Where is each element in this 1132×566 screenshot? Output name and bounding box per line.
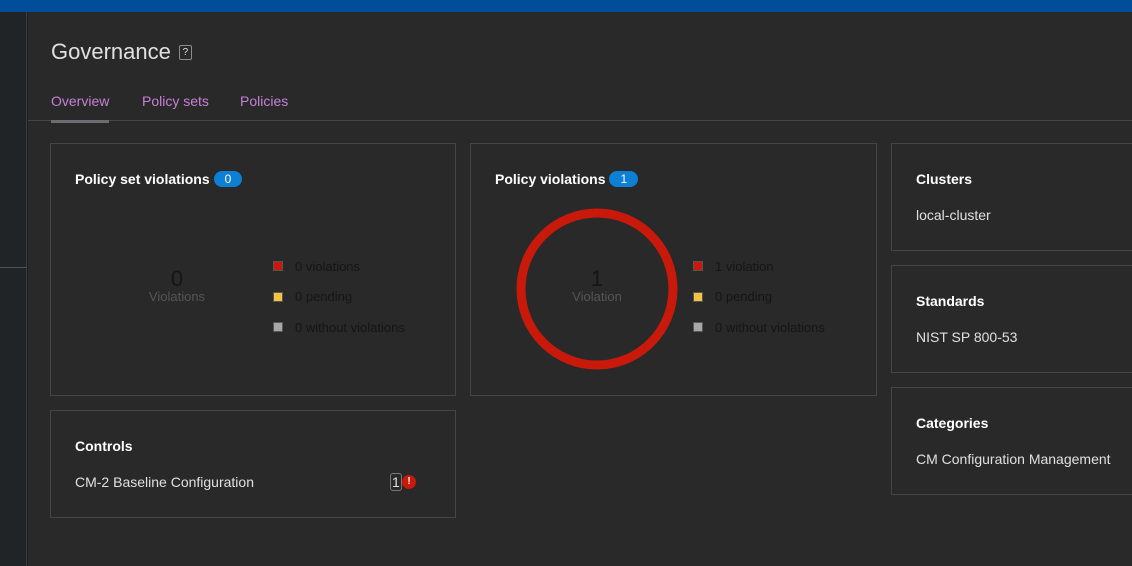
tab-policies[interactable]: Policies [240,93,288,109]
legend-label: 0 without violations [295,319,405,335]
legend-label: 0 pending [295,289,353,305]
count-badge: 0 [213,171,243,187]
category-name[interactable]: CM Configuration Management [916,451,1111,467]
legend-label: 0 without violations [715,319,825,335]
tabs: Overview Policy sets Policies [28,84,1132,123]
yellow-swatch-icon [273,291,283,302]
legend: 0 violations 0 pending 0 without violati… [273,251,405,343]
tab-policy-sets[interactable]: Policy sets [142,93,209,109]
legend-item-pending[interactable]: 0 pending [693,282,825,313]
sidebar-divider [0,267,27,268]
center-value: 1 [590,266,604,291]
legend-item-without[interactable]: 0 without violations [693,312,825,343]
card-title: Categories [916,415,989,431]
legend-label: 0 pending [715,289,773,305]
card-title: Clusters [916,171,973,187]
control-name[interactable]: CM-2 Baseline Configuration [75,474,254,490]
controls-card: Controls CM-2 Baseline Configuration 1 ! [50,410,456,518]
center-label: Violation [572,289,622,304]
standards-card: Standards NIST SP 800-53 [891,265,1132,373]
standard-name[interactable]: NIST SP 800-53 [916,329,1017,345]
red-swatch-icon [273,261,283,272]
red-swatch-icon [693,261,703,272]
main-content: Governance? Overview Policy sets Policie… [28,12,1132,566]
center-value: 0 [170,266,184,291]
page-title: Governance? [51,39,192,65]
gray-swatch-icon [273,322,283,333]
legend-item-pending[interactable]: 0 pending [273,282,405,313]
sidebar [0,12,27,566]
legend-item-without[interactable]: 0 without violations [273,312,405,343]
donut-center: 1 Violation [515,266,679,305]
policy-violations-card: Policy violations 1 1 Violation 1 violatio… [470,143,877,396]
center-label: Violations [148,289,206,304]
exclamation-circle-icon: ! [402,475,416,489]
card-title-text: Policy set violations [75,171,210,187]
cluster-name[interactable]: local-cluster [916,207,991,223]
card-title: Controls [75,438,133,454]
card-title-text: Policy violations [495,171,606,187]
page-title-text: Governance [51,39,171,64]
legend-label: 1 violation [715,258,774,274]
gray-swatch-icon [693,322,703,333]
clusters-card: Clusters local-cluster [891,143,1132,251]
legend-item-violations[interactable]: 1 violation [693,251,825,282]
tab-overview[interactable]: Overview [51,93,110,123]
card-title: Policy set violations 0 [75,171,243,187]
help-icon[interactable]: ? [178,44,192,60]
card-title: Standards [916,293,985,309]
count-badge: 1 [609,171,639,187]
top-banner [0,0,1132,12]
donut-center: 0 Violations [95,266,259,305]
categories-card: Categories CM Configuration Management [891,387,1132,495]
control-count[interactable]: 1 [390,473,402,491]
legend-label: 0 violations [295,258,361,274]
legend: 1 violation 0 pending 0 without violatio… [693,251,825,343]
card-title: Policy violations 1 [495,171,639,187]
policy-set-violations-card: Policy set violations 0 0 Violations 0 vio… [50,143,456,396]
yellow-swatch-icon [693,291,703,302]
legend-item-violations[interactable]: 0 violations [273,251,405,282]
